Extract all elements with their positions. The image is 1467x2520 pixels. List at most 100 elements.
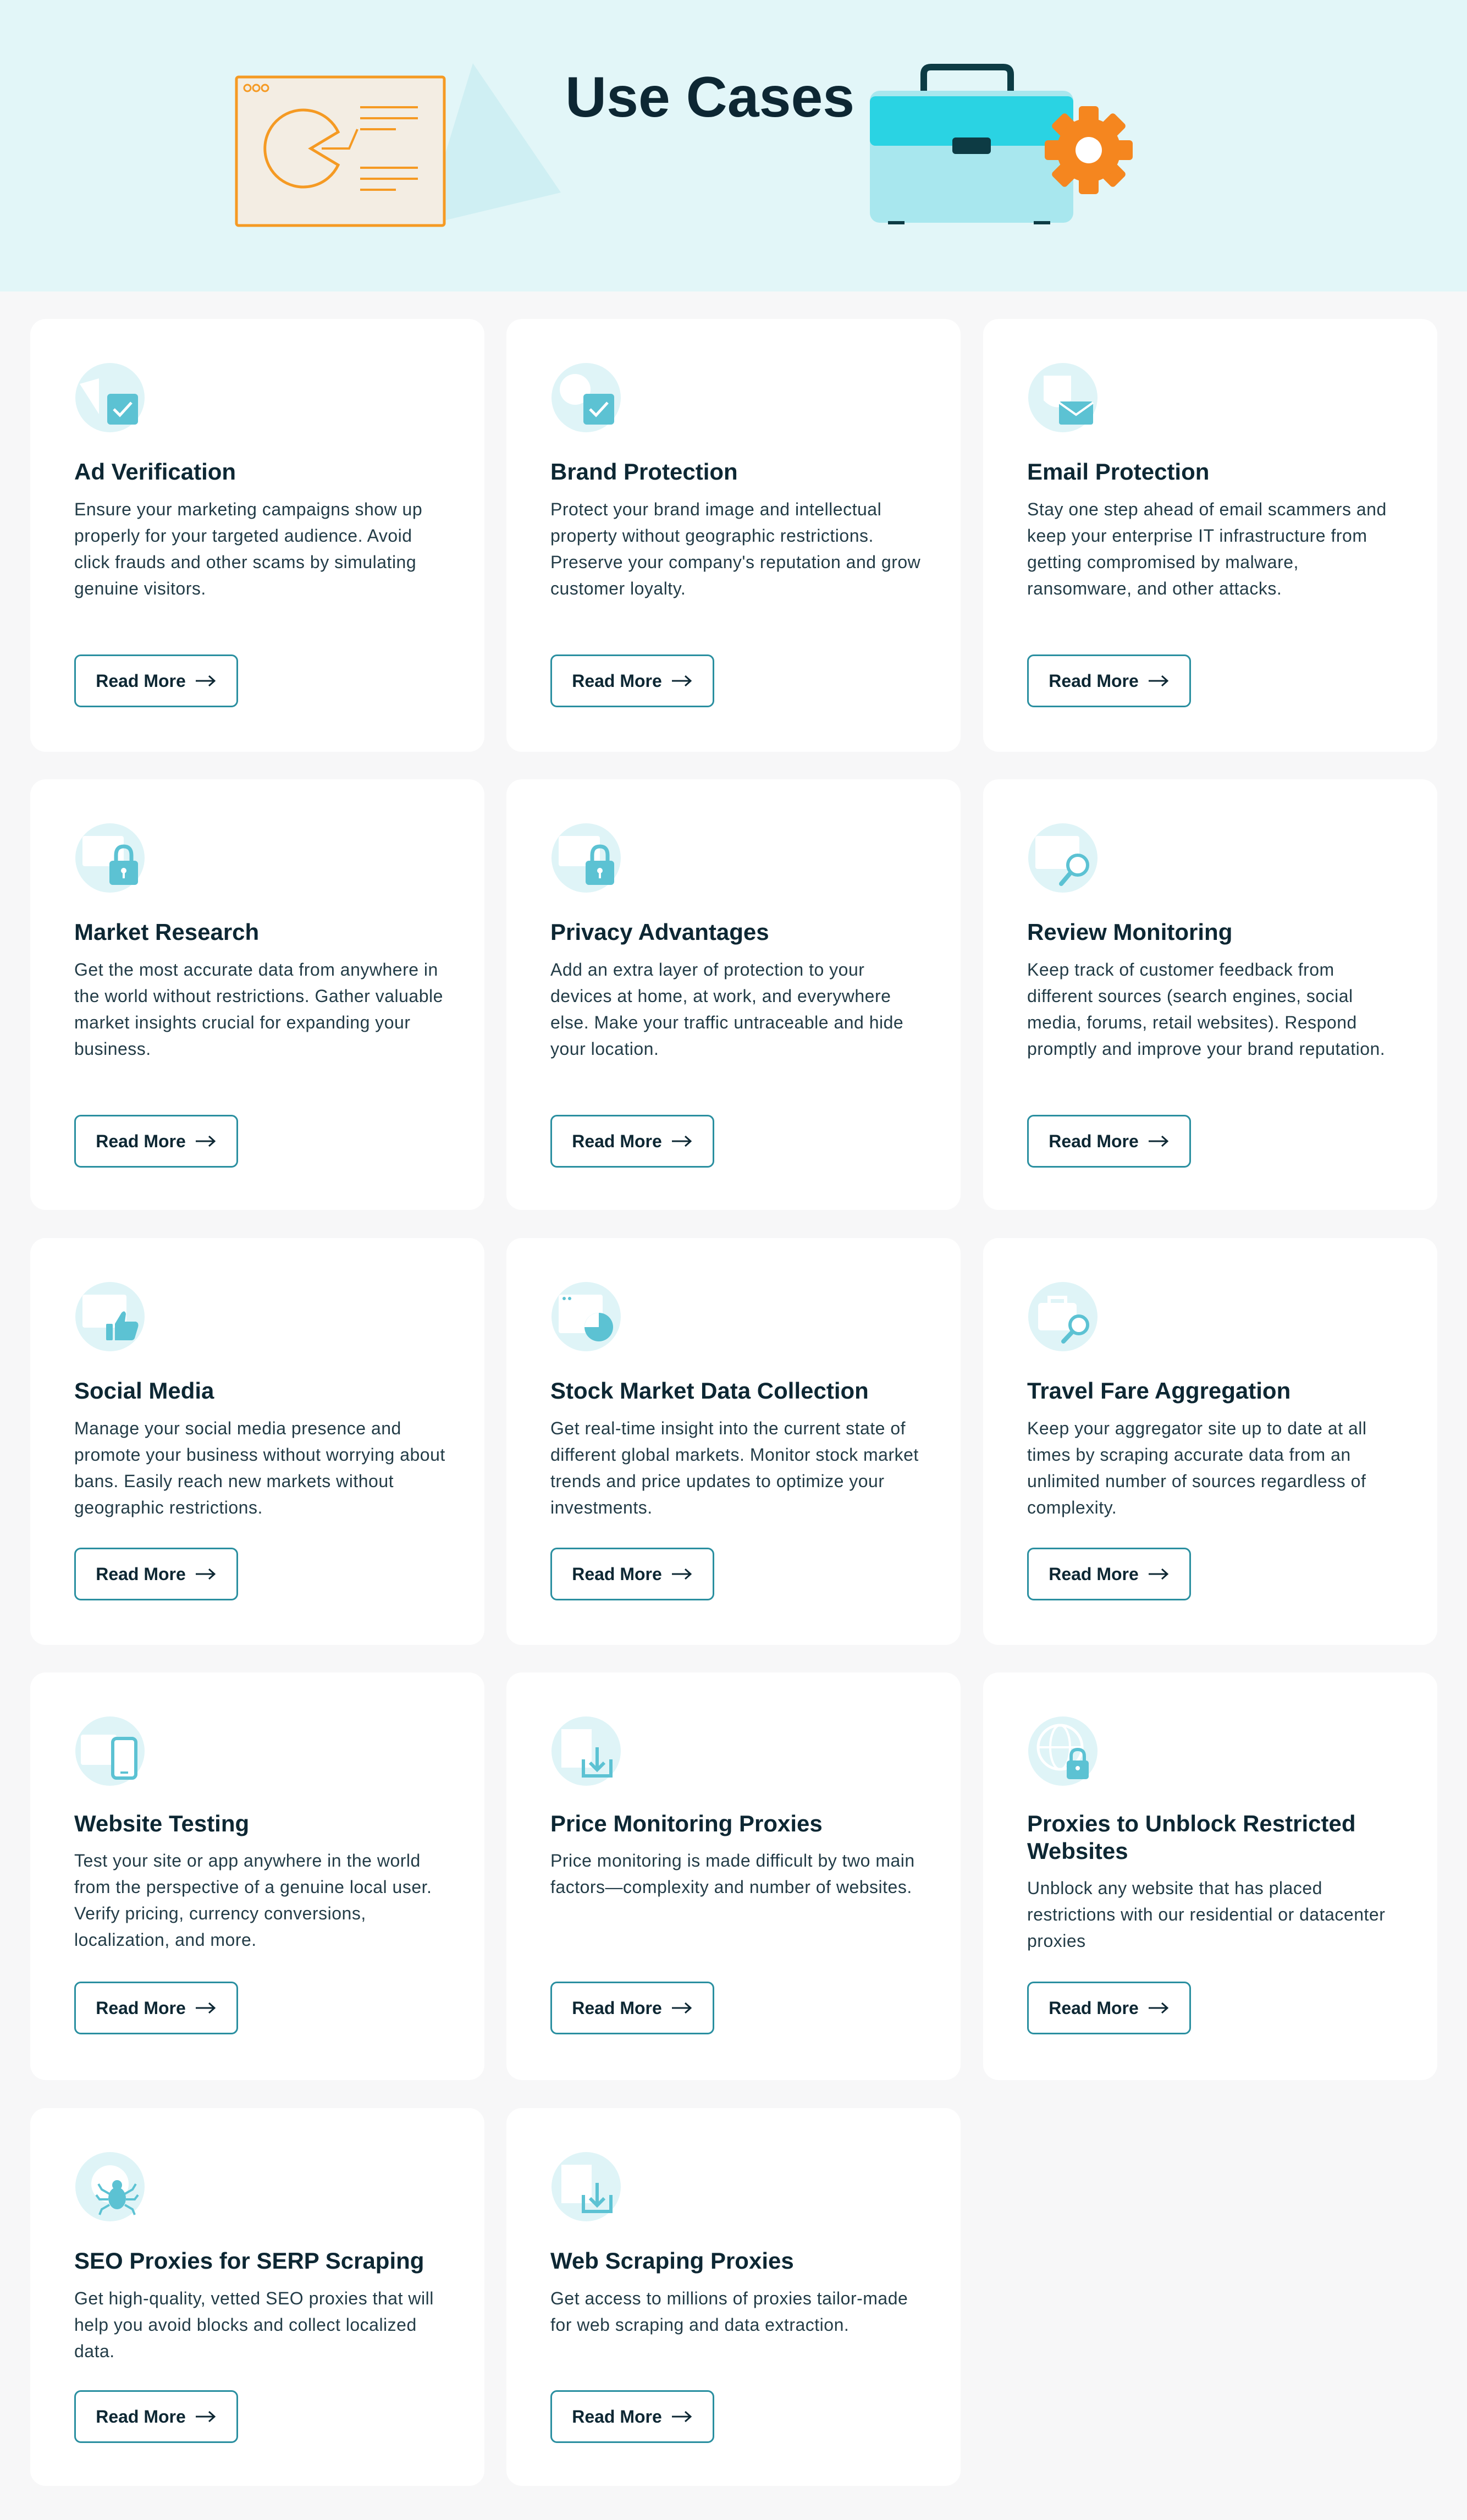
read-more-button[interactable]: Read More — [74, 654, 238, 707]
read-more-label: Read More — [1049, 670, 1139, 691]
pie-chart-icon — [551, 1282, 621, 1351]
read-more-label: Read More — [1049, 1564, 1139, 1584]
card-market-research: Market Research Get the most accurate da… — [30, 779, 484, 1210]
card-title: Travel Fare Aggregation — [1027, 1378, 1291, 1404]
read-more-label: Read More — [96, 1131, 186, 1151]
card-description: Add an extra layer of protection to your… — [550, 960, 904, 1059]
card-title: Ad Verification — [74, 459, 236, 485]
card-web-scraping: Web Scraping Proxies Get access to milli… — [506, 2108, 961, 2486]
card-description: Unblock any website that has placed rest… — [1027, 1878, 1386, 1951]
card-privacy-advantages: Privacy Advantages Add an extra layer of… — [506, 779, 961, 1210]
card-description: Stay one step ahead of email scammers an… — [1027, 499, 1387, 598]
card-title: Proxies to Unblock Restricted Websites — [1027, 1811, 1356, 1864]
card-description: Ensure your marketing campaigns show up … — [74, 499, 423, 598]
read-more-button[interactable]: Read More — [1027, 1115, 1191, 1168]
card-ad-verification: Ad Verification Ensure your marketing ca… — [30, 319, 484, 752]
card-title: Privacy Advantages — [550, 919, 769, 945]
arrow-right-icon — [671, 2002, 692, 2014]
card-title: Review Monitoring — [1027, 919, 1233, 945]
read-more-label: Read More — [96, 670, 186, 691]
card-description: Get high-quality, vetted SEO proxies tha… — [74, 2288, 434, 2361]
read-more-button[interactable]: Read More — [74, 1982, 238, 2034]
thumbs-up-icon — [75, 1282, 145, 1351]
read-more-button[interactable]: Read More — [74, 1548, 238, 1600]
card-title: Stock Market Data Collection — [550, 1378, 869, 1404]
arrow-right-icon — [1148, 2002, 1169, 2014]
card-title: Email Protection — [1027, 459, 1210, 485]
card-unblock-websites: Proxies to Unblock Restricted Websites U… — [983, 1672, 1437, 2080]
arrow-right-icon — [1148, 1568, 1169, 1580]
ad-check-icon — [75, 363, 145, 432]
arrow-right-icon — [1148, 1135, 1169, 1147]
lock-browser-icon — [551, 823, 621, 893]
read-more-label: Read More — [572, 1131, 662, 1151]
suitcase-search-icon — [1028, 1282, 1098, 1351]
download-tray-icon — [551, 2152, 621, 2221]
card-title: Website Testing — [74, 1811, 250, 1836]
card-title: SEO Proxies for SERP Scraping — [74, 2248, 424, 2274]
arrow-right-icon — [195, 2411, 216, 2423]
globe-lock-icon — [1028, 1716, 1098, 1786]
card-title: Market Research — [74, 919, 260, 945]
read-more-button[interactable]: Read More — [550, 1548, 714, 1600]
read-more-button[interactable]: Read More — [74, 2390, 238, 2443]
read-more-button[interactable]: Read More — [1027, 1548, 1191, 1600]
read-more-label: Read More — [96, 2406, 186, 2427]
arrow-right-icon — [195, 675, 216, 687]
hero-banner: Use Cases — [0, 0, 1467, 291]
arrow-right-icon — [1148, 675, 1169, 687]
read-more-label: Read More — [572, 670, 662, 691]
card-review-monitoring: Review Monitoring Keep track of customer… — [983, 779, 1437, 1210]
card-title: Social Media — [74, 1378, 214, 1404]
magnifier-icon — [1028, 823, 1098, 893]
card-price-monitoring: Price Monitoring Proxies Price monitorin… — [506, 1672, 961, 2080]
card-title: Web Scraping Proxies — [550, 2248, 794, 2274]
read-more-label: Read More — [1049, 1131, 1139, 1151]
lock-browser-icon — [75, 823, 145, 893]
arrow-right-icon — [671, 1135, 692, 1147]
read-more-button[interactable]: Read More — [550, 2390, 714, 2443]
arrow-right-icon — [671, 2411, 692, 2423]
card-description: Get access to millions of proxies tailor… — [550, 2288, 908, 2335]
envelope-shield-icon — [1028, 363, 1098, 432]
card-title: Price Monitoring Proxies — [550, 1811, 823, 1836]
arrow-right-icon — [671, 675, 692, 687]
card-social-media: Social Media Manage your social media pr… — [30, 1238, 484, 1645]
read-more-label: Read More — [572, 1998, 662, 2018]
card-website-testing: Website Testing Test your site or app an… — [30, 1672, 484, 2080]
card-description: Price monitoring is made difficult by tw… — [550, 1851, 915, 1897]
arrow-right-icon — [195, 1568, 216, 1580]
card-description: Manage your social media presence and pr… — [74, 1418, 445, 1517]
download-tray-icon — [551, 1716, 621, 1786]
read-more-button[interactable]: Read More — [1027, 654, 1191, 707]
briefcase-gear-illustration — [870, 64, 1133, 224]
arrow-right-icon — [671, 1568, 692, 1580]
card-title: Brand Protection — [550, 459, 738, 485]
read-more-label: Read More — [572, 2406, 662, 2427]
card-description: Protect your brand image and intellectua… — [550, 499, 921, 598]
card-description: Get real-time insight into the current s… — [550, 1418, 919, 1517]
spider-icon — [75, 2152, 145, 2221]
read-more-button[interactable]: Read More — [550, 654, 714, 707]
browser-chart-illustration — [235, 63, 561, 227]
phone-icon — [75, 1716, 145, 1786]
card-email-protection: Email Protection Stay one step ahead of … — [983, 319, 1437, 752]
card-stock-market: Stock Market Data Collection Get real-ti… — [506, 1238, 961, 1645]
card-brand-protection: Brand Protection Protect your brand imag… — [506, 319, 961, 752]
read-more-button[interactable]: Read More — [550, 1982, 714, 2034]
read-more-button[interactable]: Read More — [550, 1115, 714, 1168]
read-more-label: Read More — [572, 1564, 662, 1584]
read-more-button[interactable]: Read More — [1027, 1982, 1191, 2034]
read-more-label: Read More — [1049, 1998, 1139, 2018]
card-description: Keep track of customer feedback from dif… — [1027, 960, 1386, 1059]
read-more-label: Read More — [96, 1564, 186, 1584]
arrow-right-icon — [195, 2002, 216, 2014]
read-more-label: Read More — [96, 1998, 186, 2018]
arrow-right-icon — [195, 1135, 216, 1147]
card-description: Test your site or app anywhere in the wo… — [74, 1851, 432, 1950]
card-description: Get the most accurate data from anywhere… — [74, 960, 443, 1059]
page-title: Use Cases — [565, 65, 855, 129]
read-more-button[interactable]: Read More — [74, 1115, 238, 1168]
card-description: Keep your aggregator site up to date at … — [1027, 1418, 1367, 1517]
card-seo-proxies: SEO Proxies for SERP Scraping Get high-q… — [30, 2108, 484, 2486]
